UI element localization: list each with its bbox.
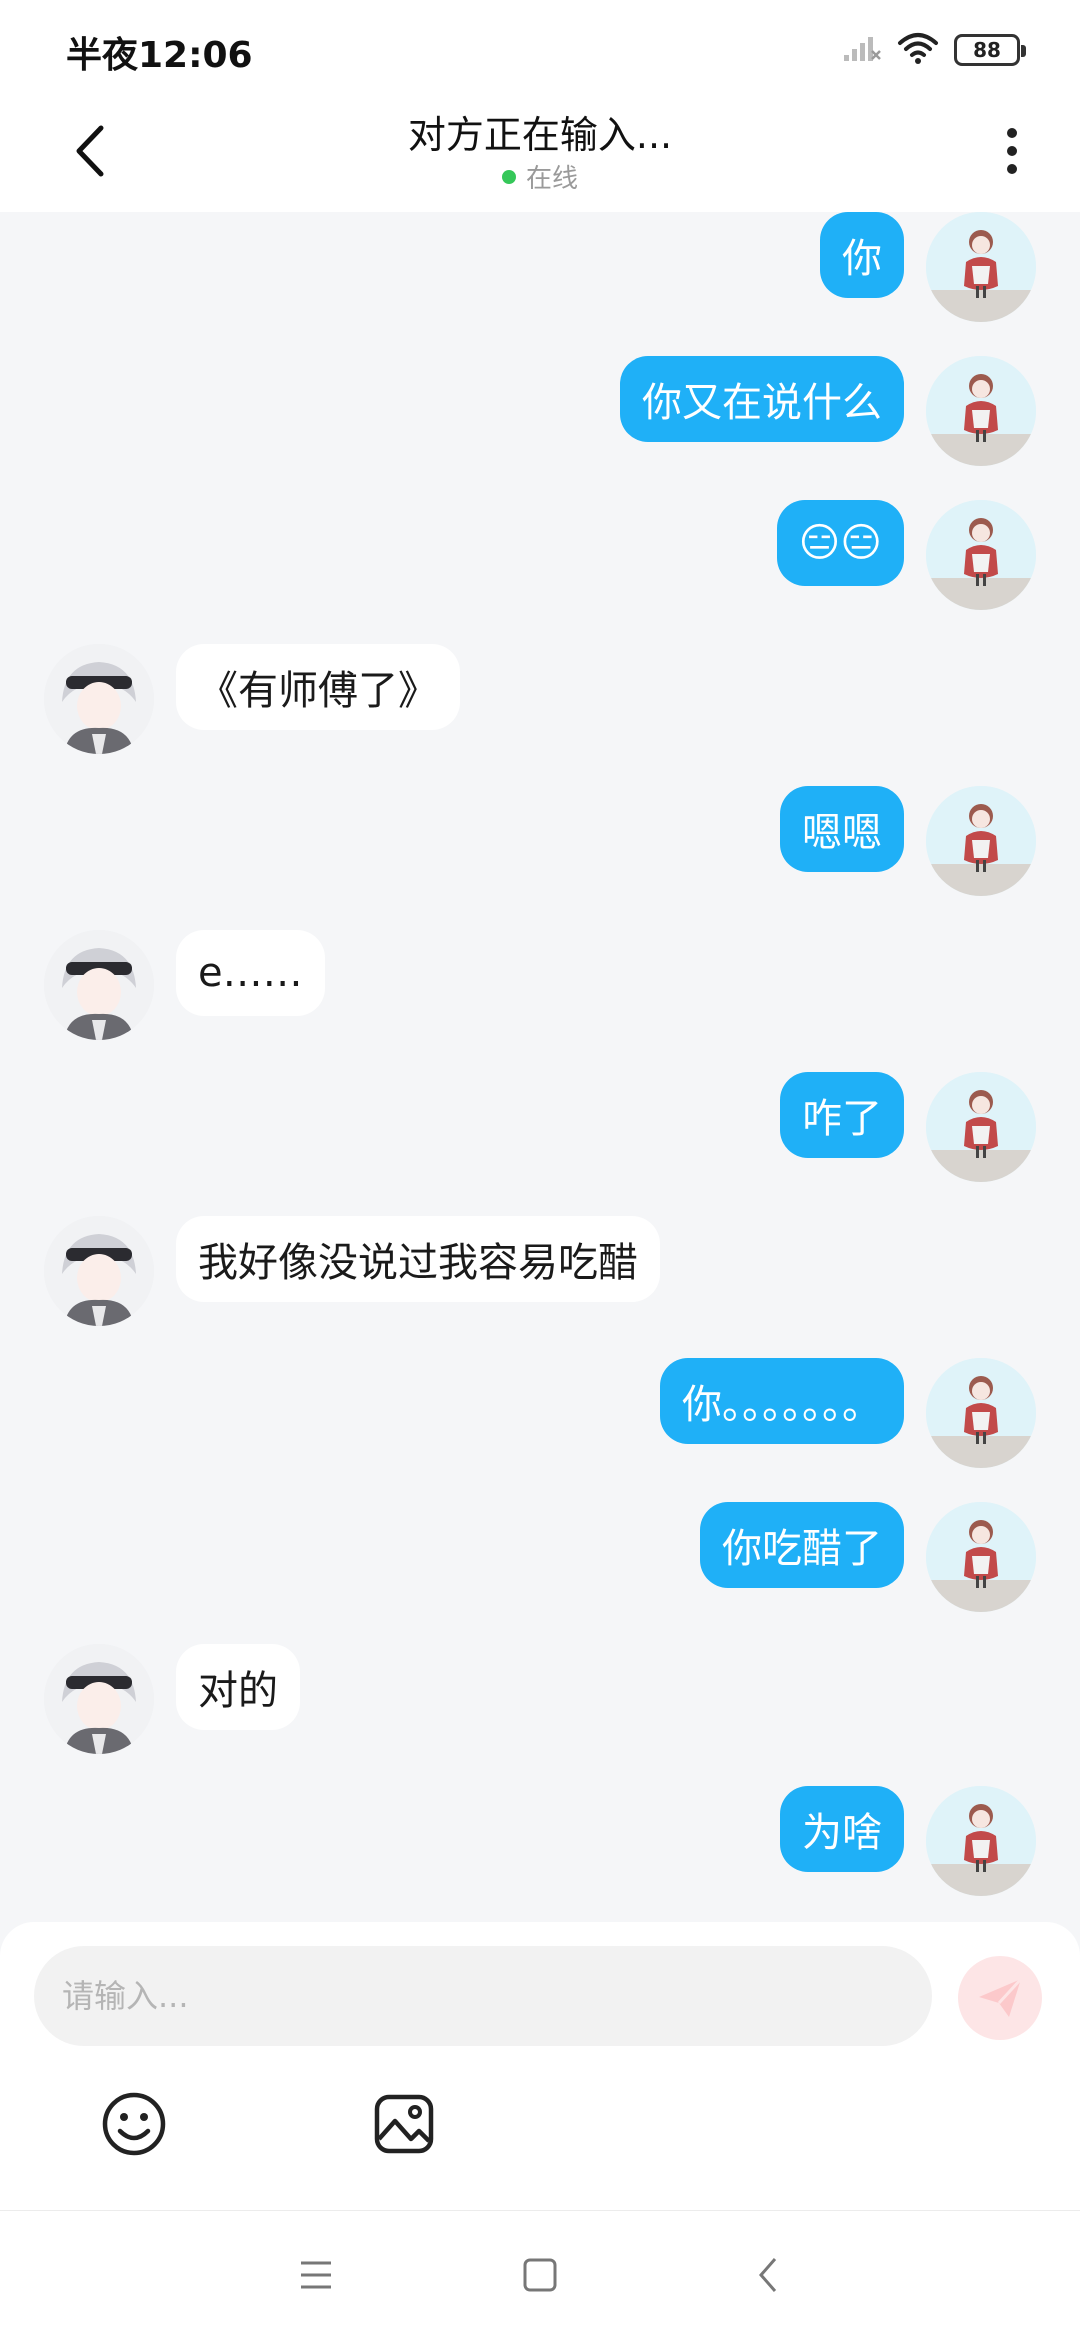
message-bubble-sent[interactable]: 咋了 <box>780 1072 904 1158</box>
send-icon <box>979 1977 1023 2017</box>
my-avatar[interactable] <box>926 1358 1036 1468</box>
chat-title: 对方正在输入... <box>407 113 673 157</box>
message-bubble-received[interactable]: 《有师傅了》 <box>176 644 460 730</box>
more-dot <box>1007 164 1017 174</box>
status-bar: 半夜12:06 88 <box>0 0 1080 96</box>
more-dot <box>1007 146 1017 156</box>
image-icon <box>374 2094 434 2154</box>
wifi-icon <box>896 31 940 69</box>
message-row: 《有师傅了》 <box>0 644 1080 754</box>
chat-header: 对方正在输入... 在线 <box>0 96 1080 212</box>
message-list[interactable]: 你 你又在说什么 😑😑 《有师傅了》 嗯嗯 e…… 咋了 我好像没说过我容易吃醋… <box>0 212 1080 1922</box>
nav-home-button[interactable] <box>510 2245 570 2305</box>
my-avatar[interactable] <box>926 1072 1036 1182</box>
message-bubble-received[interactable]: 对的 <box>176 1644 300 1730</box>
battery-icon: 88 <box>954 34 1026 66</box>
battery-level: 88 <box>973 38 1001 62</box>
home-square-icon <box>523 2258 557 2292</box>
my-avatar[interactable] <box>926 212 1036 322</box>
message-bubble-sent[interactable]: 你又在说什么 <box>620 356 904 442</box>
status-time: 半夜12:06 <box>66 35 253 76</box>
system-nav-bar <box>0 2210 1080 2340</box>
message-row: 你。。。。。。。 <box>0 1358 1080 1468</box>
my-avatar[interactable] <box>926 1502 1036 1612</box>
message-bubble-sent[interactable]: 你 <box>820 212 904 298</box>
send-button[interactable] <box>958 1956 1042 2040</box>
more-options-button[interactable] <box>992 116 1032 186</box>
message-row: 😑😑 <box>0 500 1080 610</box>
composer-panel <box>0 1922 1080 2210</box>
emoji-button[interactable] <box>94 2084 174 2164</box>
message-row: 我好像没说过我容易吃醋 <box>0 1216 1080 1326</box>
message-row: 为啥 <box>0 1786 1080 1896</box>
contact-avatar[interactable] <box>44 1644 154 1754</box>
message-input[interactable] <box>34 1946 932 2046</box>
contact-avatar[interactable] <box>44 644 154 754</box>
nav-menu-button[interactable] <box>286 2245 346 2305</box>
smiley-icon <box>102 2092 166 2156</box>
message-row: 对的 <box>0 1644 1080 1754</box>
nav-back-button[interactable] <box>738 2245 798 2305</box>
my-avatar[interactable] <box>926 500 1036 610</box>
signal-icon <box>842 33 882 67</box>
message-row: 你 <box>0 212 1080 322</box>
online-status-label: 在线 <box>525 164 578 194</box>
image-button[interactable] <box>364 2084 444 2164</box>
message-bubble-received[interactable]: 我好像没说过我容易吃醋 <box>176 1216 660 1302</box>
message-bubble-sent[interactable]: 你吃醋了 <box>700 1502 904 1588</box>
my-avatar[interactable] <box>926 356 1036 466</box>
message-bubble-sent[interactable]: 嗯嗯 <box>780 786 904 872</box>
back-triangle-icon <box>759 2258 777 2292</box>
message-bubble-sent[interactable]: 为啥 <box>780 1786 904 1872</box>
menu-icon <box>301 2261 331 2289</box>
message-row: e…… <box>0 930 1080 1040</box>
message-row: 你吃醋了 <box>0 1502 1080 1612</box>
contact-avatar[interactable] <box>44 1216 154 1326</box>
message-bubble-received[interactable]: e…… <box>176 930 325 1016</box>
message-row: 嗯嗯 <box>0 786 1080 896</box>
online-dot-icon <box>501 169 516 184</box>
message-bubble-sent[interactable]: 你。。。。。。。 <box>660 1358 904 1444</box>
status-icons: 88 <box>842 28 1026 72</box>
my-avatar[interactable] <box>926 1786 1036 1896</box>
contact-avatar[interactable] <box>44 930 154 1040</box>
message-row: 咋了 <box>0 1072 1080 1182</box>
message-row: 你又在说什么 <box>0 356 1080 466</box>
my-avatar[interactable] <box>926 786 1036 896</box>
more-dot <box>1007 128 1017 138</box>
online-status: 在线 <box>0 158 1080 195</box>
message-bubble-sent[interactable]: 😑😑 <box>776 500 904 586</box>
